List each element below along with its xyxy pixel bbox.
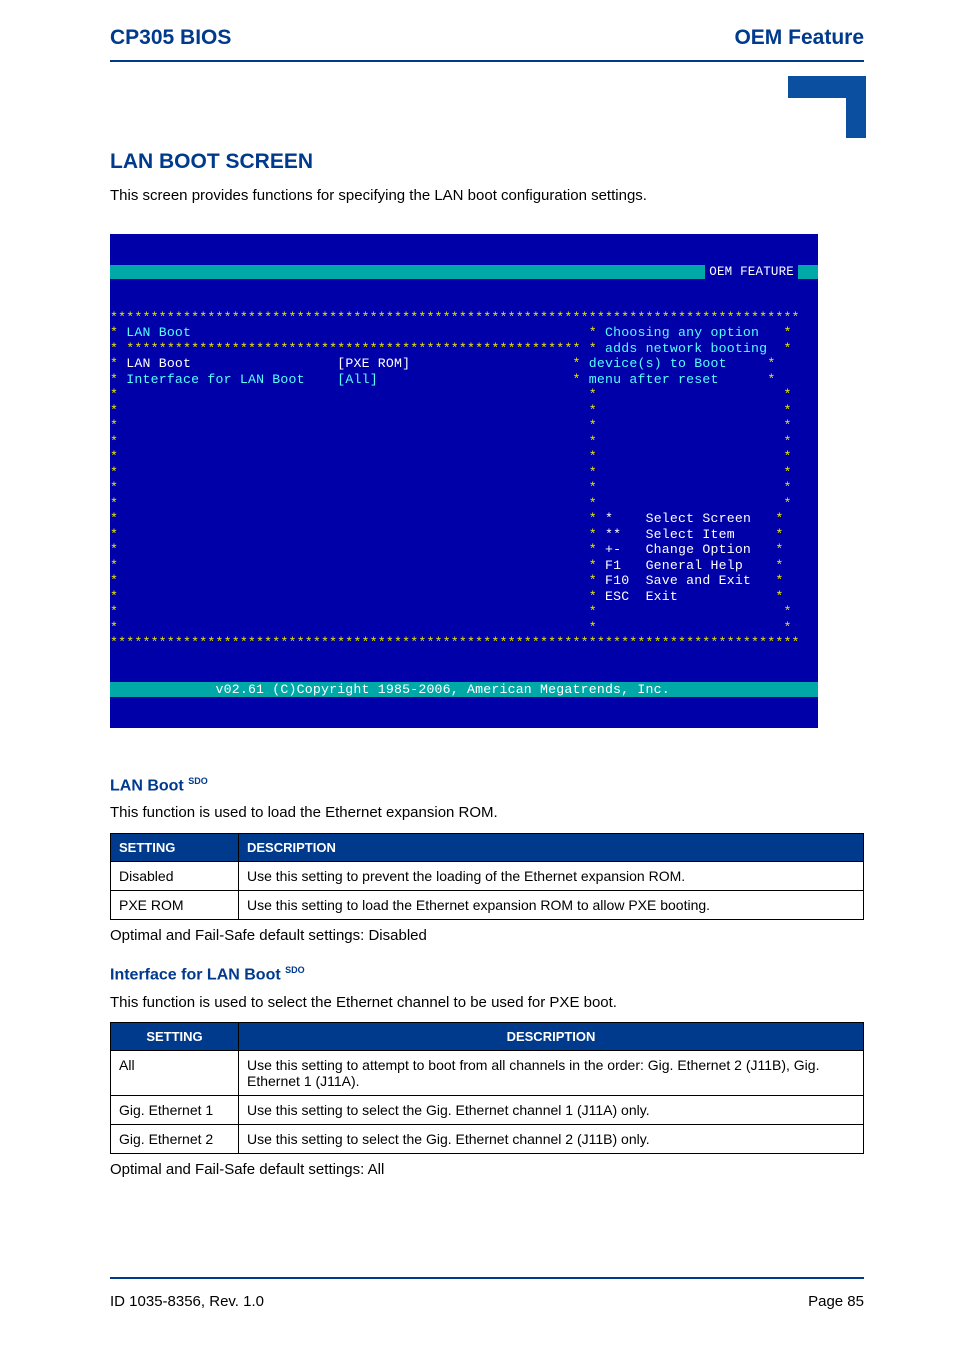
- table-row: Gig. Ethernet 2 Use this setting to sele…: [111, 1125, 864, 1154]
- table-row: All Use this setting to attempt to boot …: [111, 1051, 864, 1096]
- col-description: DESCRIPTION: [239, 833, 864, 861]
- interface-default-note: Optimal and Fail-Safe default settings: …: [110, 1160, 864, 1180]
- table-row: Gig. Ethernet 1 Use this setting to sele…: [111, 1096, 864, 1125]
- table-row: PXE ROM Use this setting to load the Eth…: [111, 890, 864, 919]
- bios-topbar-label: OEM FEATURE: [705, 265, 798, 279]
- interface-desc: This function is used to select the Ethe…: [110, 993, 864, 1013]
- bios-title-item: LAN Boot: [126, 325, 191, 340]
- bios-screenshot: OEM FEATURE ****************************…: [110, 234, 818, 729]
- page-number: Page 85: [808, 1293, 864, 1310]
- lan-boot-desc: This function is used to load the Ethern…: [110, 803, 864, 823]
- corner-logo-icon: [788, 76, 866, 138]
- page-header: CP305 BIOS OEM Feature: [110, 26, 864, 56]
- col-setting: SETTING: [111, 1023, 239, 1051]
- page-footer: ID 1035-8356, Rev. 1.0 Page 85: [110, 1277, 864, 1310]
- bios-topbar: OEM FEATURE: [110, 265, 818, 279]
- bios-body: ****************************************…: [110, 310, 818, 651]
- bios-footer: v02.61 (C)Copyright 1985-2006, American …: [110, 682, 818, 698]
- col-description: DESCRIPTION: [239, 1023, 864, 1051]
- header-right: OEM Feature: [734, 26, 864, 50]
- lan-boot-heading: LAN Boot SDO: [110, 776, 864, 795]
- section-title: LAN BOOT SCREEN: [110, 150, 864, 174]
- header-rule: [110, 60, 864, 62]
- header-left: CP305 BIOS: [110, 26, 231, 50]
- col-setting: SETTING: [111, 833, 239, 861]
- intro-text: This screen provides functions for speci…: [110, 186, 864, 206]
- lan-boot-table: SETTING DESCRIPTION Disabled Use this se…: [110, 833, 864, 920]
- doc-id: ID 1035-8356, Rev. 1.0: [110, 1293, 264, 1310]
- table-row: Disabled Use this setting to prevent the…: [111, 861, 864, 890]
- interface-table: SETTING DESCRIPTION All Use this setting…: [110, 1022, 864, 1154]
- lan-boot-default-note: Optimal and Fail-Safe default settings: …: [110, 926, 864, 946]
- interface-heading: Interface for LAN Boot SDO: [110, 965, 864, 984]
